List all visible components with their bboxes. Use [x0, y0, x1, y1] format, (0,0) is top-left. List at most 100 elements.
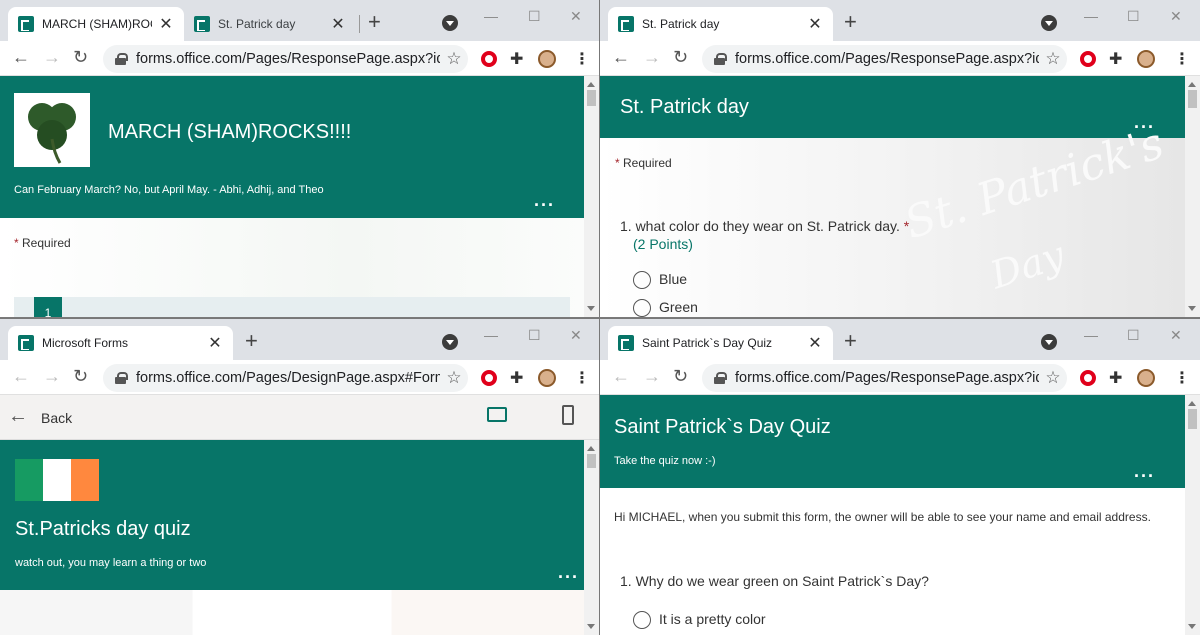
tab-search-button[interactable] — [442, 334, 458, 350]
scroll-down-icon[interactable] — [1188, 624, 1196, 633]
address-bar[interactable]: forms.office.com/Pages/ResponsePage.aspx… — [702, 364, 1067, 392]
close-tab-icon[interactable]: ✕ — [207, 333, 223, 353]
bookmark-star-icon[interactable]: ☆ — [440, 368, 468, 388]
minimize-button[interactable]: — — [484, 327, 498, 343]
form-body — [0, 590, 584, 635]
opera-extension-icon[interactable] — [1080, 370, 1096, 386]
option-label: Green — [659, 299, 698, 315]
browser-menu-icon[interactable]: ⋮ — [574, 368, 590, 387]
scroll-up-icon[interactable] — [587, 442, 595, 451]
form-header: MARCH (SHAM)ROCKS!!!! Can February March… — [0, 76, 584, 218]
radio-button[interactable] — [633, 271, 651, 290]
form-title: Saint Patrick`s Day Quiz — [614, 416, 831, 438]
scroll-down-icon[interactable] — [587, 306, 595, 315]
more-options-button[interactable]: ... — [558, 562, 579, 583]
mobile-preview-icon[interactable] — [562, 405, 574, 425]
browser-menu-icon[interactable]: ⋮ — [574, 49, 590, 68]
minimize-button[interactable]: — — [1084, 327, 1098, 343]
address-bar[interactable]: forms.office.com/Pages/DesignPage.aspx#F… — [103, 364, 468, 392]
scroll-down-icon[interactable] — [587, 624, 595, 633]
minimize-button[interactable]: — — [1084, 8, 1098, 24]
desktop-preview-icon[interactable] — [487, 407, 507, 422]
opera-extension-icon[interactable] — [481, 370, 497, 386]
forward-icon[interactable]: → — [643, 47, 661, 68]
maximize-button[interactable]: ☐ — [1127, 327, 1140, 344]
close-window-button[interactable]: ✕ — [1170, 327, 1182, 344]
radio-button[interactable] — [633, 611, 651, 630]
reload-icon[interactable]: ↻ — [73, 47, 88, 68]
scroll-up-icon[interactable] — [1188, 397, 1196, 406]
tab-saint-patricks-quiz[interactable]: Saint Patrick`s Day Quiz ✕ — [608, 326, 833, 360]
new-tab-button[interactable]: + — [368, 11, 381, 33]
close-window-button[interactable]: ✕ — [570, 8, 582, 25]
tab-sham-rocks[interactable]: MARCH (SHAM)ROCKS!!!! ✕ — [8, 7, 184, 41]
more-options-button[interactable]: ... — [534, 190, 555, 211]
scroll-down-icon[interactable] — [1188, 306, 1196, 315]
address-bar[interactable]: forms.office.com/Pages/ResponsePage.aspx… — [702, 45, 1067, 73]
scroll-thumb[interactable] — [587, 454, 596, 468]
browser-menu-icon[interactable]: ⋮ — [1174, 368, 1190, 387]
new-tab-button[interactable]: + — [844, 11, 857, 33]
maximize-button[interactable]: ☐ — [528, 327, 541, 344]
forward-icon[interactable]: → — [43, 366, 61, 387]
profile-avatar[interactable] — [1137, 369, 1155, 387]
scroll-thumb[interactable] — [587, 90, 596, 106]
maximize-button[interactable]: ☐ — [1127, 8, 1140, 25]
back-icon[interactable]: ← — [612, 47, 630, 68]
opera-extension-icon[interactable] — [1080, 51, 1096, 67]
new-tab-button[interactable]: + — [844, 330, 857, 352]
address-bar[interactable]: forms.office.com/Pages/ResponsePage.aspx… — [103, 45, 468, 73]
minimize-button[interactable]: — — [484, 8, 498, 24]
extensions-puzzle-icon[interactable]: ✚ — [510, 49, 526, 68]
tab-st-patrick-day[interactable]: St. Patrick day ✕ — [184, 7, 356, 41]
extensions-puzzle-icon[interactable]: ✚ — [1109, 49, 1125, 68]
scroll-thumb[interactable] — [1188, 409, 1197, 429]
page-scrollbar[interactable] — [1185, 395, 1200, 635]
bookmark-star-icon[interactable]: ☆ — [440, 49, 468, 69]
browser-menu-icon[interactable]: ⋮ — [1174, 49, 1190, 68]
tab-search-button[interactable] — [1041, 15, 1057, 31]
reload-icon[interactable]: ↻ — [673, 47, 688, 68]
forward-icon[interactable]: → — [43, 47, 61, 68]
back-arrow-icon[interactable]: ← — [8, 405, 28, 428]
tab-microsoft-forms[interactable]: Microsoft Forms ✕ — [8, 326, 233, 360]
extensions-puzzle-icon[interactable]: ✚ — [510, 368, 526, 387]
scroll-thumb[interactable] — [1188, 90, 1197, 108]
close-tab-icon[interactable]: ✕ — [158, 14, 174, 34]
close-tab-icon[interactable]: ✕ — [330, 14, 346, 34]
scroll-up-icon[interactable] — [1188, 78, 1196, 87]
page-scrollbar[interactable] — [584, 440, 599, 635]
extensions-puzzle-icon[interactable]: ✚ — [1109, 368, 1125, 387]
maximize-button[interactable]: ☐ — [528, 8, 541, 25]
close-tab-icon[interactable]: ✕ — [807, 14, 823, 34]
new-tab-button[interactable]: + — [245, 330, 258, 352]
tab-search-button[interactable] — [442, 15, 458, 31]
profile-avatar[interactable] — [538, 50, 556, 68]
page-scrollbar[interactable] — [1185, 76, 1200, 317]
back-icon[interactable]: ← — [12, 366, 30, 387]
close-window-button[interactable]: ✕ — [570, 327, 582, 344]
option-blue[interactable]: Blue — [633, 271, 687, 290]
forward-icon[interactable]: → — [643, 366, 661, 387]
page-scrollbar[interactable] — [584, 76, 599, 317]
profile-avatar[interactable] — [1137, 50, 1155, 68]
option-green[interactable]: Green — [633, 299, 698, 317]
tab-st-patrick-day[interactable]: St. Patrick day ✕ — [608, 7, 833, 41]
scroll-up-icon[interactable] — [587, 78, 595, 87]
back-icon[interactable]: ← — [12, 47, 30, 68]
tab-search-button[interactable] — [1041, 334, 1057, 350]
reload-icon[interactable]: ↻ — [73, 366, 88, 387]
radio-button[interactable] — [633, 299, 651, 317]
profile-avatar[interactable] — [538, 369, 556, 387]
more-options-button[interactable]: ... — [1134, 461, 1155, 482]
bookmark-star-icon[interactable]: ☆ — [1039, 49, 1067, 69]
reload-icon[interactable]: ↻ — [673, 366, 688, 387]
back-icon[interactable]: ← — [612, 366, 630, 387]
back-button[interactable]: Back — [41, 410, 72, 426]
close-tab-icon[interactable]: ✕ — [807, 333, 823, 353]
opera-extension-icon[interactable] — [481, 51, 497, 67]
close-window-button[interactable]: ✕ — [1170, 8, 1182, 25]
option-pretty-color[interactable]: It is a pretty color — [633, 611, 766, 630]
bookmark-star-icon[interactable]: ☆ — [1039, 368, 1067, 388]
browser-toolbar: ← → ↻ forms.office.com/Pages/ResponsePag… — [600, 41, 1200, 76]
